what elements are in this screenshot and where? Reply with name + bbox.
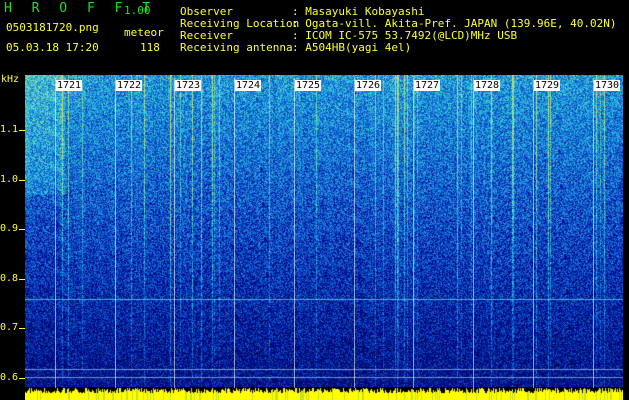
antenna-value: : A504HB(yagi 4el) [292, 41, 412, 54]
x-tick-label: 1724 [235, 80, 262, 91]
x-tick-label: 1723 [175, 80, 202, 91]
category-label: meteor [124, 26, 164, 39]
minute-gridline [115, 78, 116, 388]
x-tick-label: 1730 [594, 80, 621, 91]
minute-gridline [593, 78, 594, 388]
signal-level-bar [25, 387, 623, 400]
x-tick-label: 1725 [295, 80, 322, 91]
minute-gridline [473, 78, 474, 388]
y-axis-unit: kHz [1, 74, 20, 85]
x-tick-label: 1727 [414, 80, 441, 91]
y-tick-mark [19, 378, 25, 379]
y-tick-mark [19, 130, 25, 131]
minute-gridline [413, 78, 414, 388]
x-tick-label: 1729 [534, 80, 561, 91]
timestamp-label: 05.03.18 17:20 [6, 41, 99, 54]
minute-gridline [174, 78, 175, 388]
x-tick-label: 1721 [56, 80, 83, 91]
spectrogram-window: { "header": { "app_title": "H R O F F T"… [0, 0, 629, 400]
minute-gridline [533, 78, 534, 388]
x-tick-label: 1726 [355, 80, 382, 91]
x-tick-label: 1722 [116, 80, 143, 91]
count-label: 118 [140, 41, 160, 54]
minute-gridline [354, 78, 355, 388]
y-tick-mark [19, 279, 25, 280]
minute-gridline [294, 78, 295, 388]
y-tick-mark [19, 180, 25, 181]
minute-gridline [234, 78, 235, 388]
antenna-label: Receiving antenna [180, 41, 293, 54]
y-tick-mark [19, 229, 25, 230]
y-tick-mark [19, 328, 25, 329]
minute-gridline [55, 78, 56, 388]
x-tick-label: 1728 [474, 80, 501, 91]
filename-label: 0503181720.png [6, 21, 99, 34]
app-version: 1.00 [124, 4, 151, 17]
